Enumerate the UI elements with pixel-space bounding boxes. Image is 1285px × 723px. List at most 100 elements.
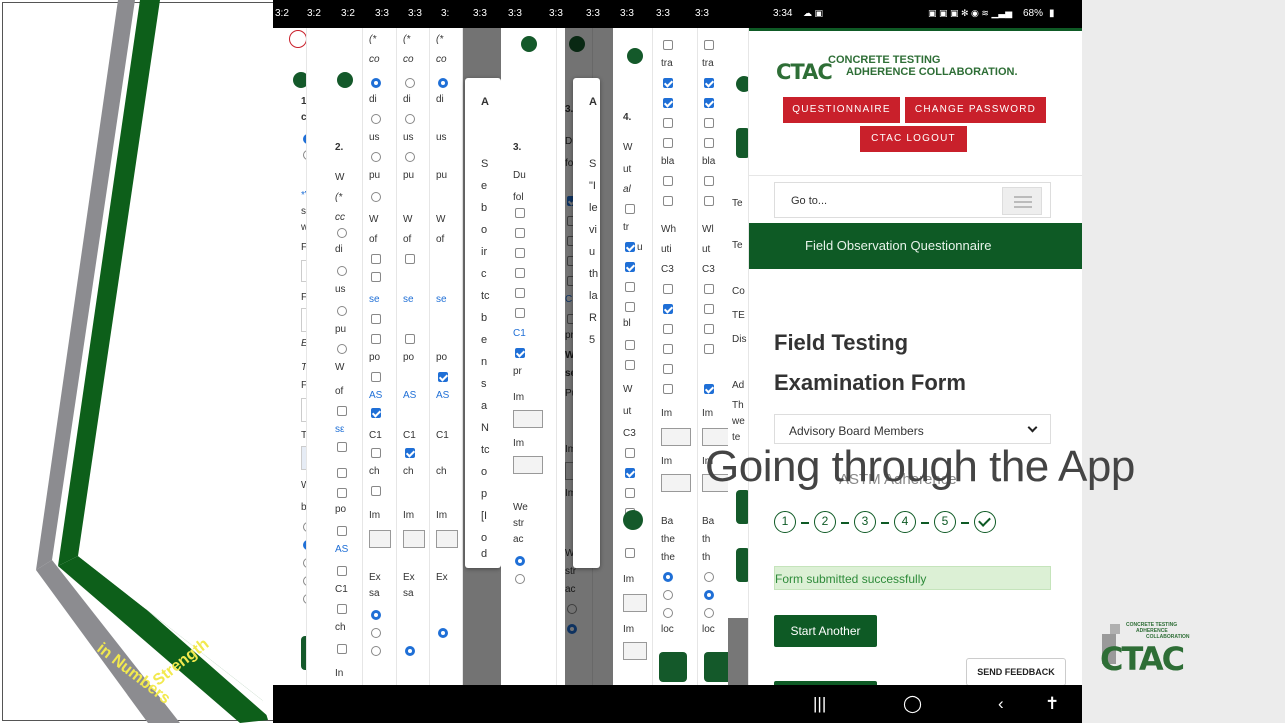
radio-option[interactable]	[663, 590, 673, 600]
checkbox[interactable]	[625, 360, 635, 370]
questionnaire-button[interactable]: QUESTIONNAIRE	[783, 97, 900, 123]
radio-option[interactable]	[371, 78, 381, 88]
checkbox[interactable]	[371, 334, 381, 344]
checkbox[interactable]	[337, 442, 347, 452]
radio-option[interactable]	[405, 152, 415, 162]
checkbox[interactable]	[704, 304, 714, 314]
checkbox[interactable]	[625, 302, 635, 312]
radio-option[interactable]	[337, 344, 347, 354]
checkbox[interactable]	[405, 448, 415, 458]
role-select[interactable]: Advisory Board Members	[774, 414, 1051, 444]
radio-option[interactable]	[405, 646, 415, 656]
checkbox[interactable]	[663, 304, 673, 314]
checkbox[interactable]	[704, 176, 714, 186]
checkbox[interactable]	[405, 254, 415, 264]
checkbox[interactable]	[625, 340, 635, 350]
checkbox[interactable]	[371, 272, 381, 282]
radio-option[interactable]	[337, 266, 347, 276]
step-3[interactable]: 3	[854, 511, 876, 533]
checkbox[interactable]	[663, 384, 673, 394]
checkbox[interactable]	[625, 242, 635, 252]
select-field[interactable]	[436, 530, 458, 548]
checkbox[interactable]	[337, 644, 347, 654]
radio-option[interactable]	[704, 608, 714, 618]
radio-option[interactable]	[371, 192, 381, 202]
checkbox[interactable]	[704, 344, 714, 354]
checkbox[interactable]	[704, 138, 714, 148]
start-another-button[interactable]: Start Another	[774, 615, 877, 647]
checkbox[interactable]	[515, 228, 525, 238]
radio-option[interactable]	[663, 608, 673, 618]
select-field[interactable]	[513, 410, 543, 428]
checkbox[interactable]	[515, 208, 525, 218]
goto-select[interactable]: Go to...	[774, 182, 1051, 218]
radio-option[interactable]	[405, 78, 415, 88]
checkbox[interactable]	[438, 372, 448, 382]
checkbox[interactable]	[663, 284, 673, 294]
radio-option[interactable]	[704, 590, 714, 600]
checkbox[interactable]	[515, 288, 525, 298]
select-field[interactable]	[661, 474, 691, 492]
radio-option[interactable]	[337, 306, 347, 316]
step-5[interactable]: 5	[934, 511, 956, 533]
checkbox[interactable]	[625, 282, 635, 292]
nav-button[interactable]	[659, 652, 687, 682]
change-password-button[interactable]: CHANGE PASSWORD	[905, 97, 1046, 123]
select-field[interactable]	[661, 428, 691, 446]
checkbox[interactable]	[371, 254, 381, 264]
checkbox[interactable]	[515, 308, 525, 318]
radio-option[interactable]	[371, 114, 381, 124]
checkbox[interactable]	[515, 268, 525, 278]
select-field[interactable]	[369, 530, 391, 548]
home-icon[interactable]: ◯	[903, 694, 922, 714]
checkbox[interactable]	[663, 40, 673, 50]
checkbox[interactable]	[704, 324, 714, 334]
recent-apps-icon[interactable]: |||	[813, 694, 826, 714]
checkbox[interactable]	[625, 262, 635, 272]
radio-option[interactable]	[405, 114, 415, 124]
hamburger-menu-icon[interactable]	[1002, 187, 1042, 215]
checkbox[interactable]	[663, 176, 673, 186]
radio-option[interactable]	[438, 78, 448, 88]
checkbox[interactable]	[371, 372, 381, 382]
checkbox[interactable]	[337, 604, 347, 614]
checkbox[interactable]	[663, 138, 673, 148]
checkbox[interactable]	[371, 314, 381, 324]
checkbox[interactable]	[515, 248, 525, 258]
checkbox[interactable]	[337, 468, 347, 478]
checkbox[interactable]	[625, 448, 635, 458]
radio-option[interactable]	[515, 556, 525, 566]
checkbox[interactable]	[663, 344, 673, 354]
radio-option[interactable]	[704, 572, 714, 582]
checkbox[interactable]	[704, 384, 714, 394]
checkbox[interactable]	[663, 196, 673, 206]
checkbox[interactable]	[625, 468, 635, 478]
checkbox[interactable]	[704, 40, 714, 50]
checkbox[interactable]	[337, 566, 347, 576]
checkbox[interactable]	[371, 408, 381, 418]
checkbox[interactable]	[663, 98, 673, 108]
step-complete-check-icon[interactable]	[974, 511, 996, 533]
nav-button[interactable]	[736, 490, 748, 524]
back-icon[interactable]: ‹	[998, 694, 1004, 714]
checkbox[interactable]	[704, 284, 714, 294]
checkbox[interactable]	[625, 488, 635, 498]
checkbox[interactable]	[663, 364, 673, 374]
radio-option[interactable]	[371, 152, 381, 162]
checkbox[interactable]	[625, 204, 635, 214]
select-field[interactable]	[623, 594, 647, 612]
nav-button[interactable]	[736, 128, 748, 158]
step-2[interactable]: 2	[814, 511, 836, 533]
radio-option[interactable]	[515, 574, 525, 584]
checkbox[interactable]	[337, 526, 347, 536]
radio-option[interactable]	[371, 628, 381, 638]
logout-button[interactable]: CTAC LOGOUT	[860, 126, 967, 152]
select-field[interactable]	[623, 642, 647, 660]
checkbox[interactable]	[704, 78, 714, 88]
checkbox[interactable]	[405, 334, 415, 344]
checkbox[interactable]	[515, 348, 525, 358]
checkbox[interactable]	[625, 548, 635, 558]
checkbox[interactable]	[663, 78, 673, 88]
checkbox[interactable]	[371, 486, 381, 496]
checkbox[interactable]	[663, 118, 673, 128]
